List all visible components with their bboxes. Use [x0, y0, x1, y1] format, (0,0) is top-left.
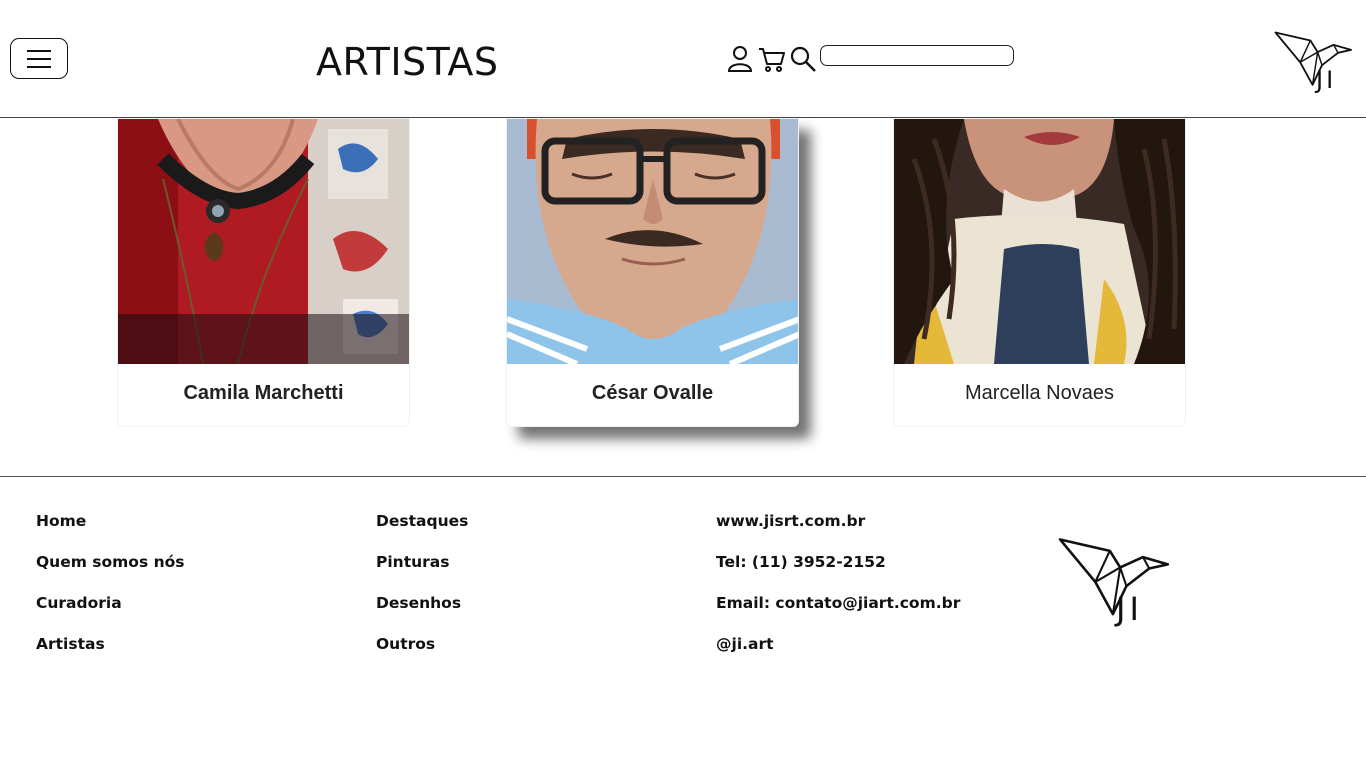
footer-link-destaques[interactable]: Destaques [376, 512, 468, 553]
user-icon [727, 46, 753, 72]
section-divider [0, 476, 1366, 477]
origami-bird-logo-icon [1058, 538, 1170, 616]
origami-bird-logo-icon [1274, 31, 1352, 86]
artist-name[interactable]: Camila Marchetti [118, 382, 409, 405]
page-title: ARTISTAS [316, 40, 499, 84]
artist-card[interactable]: Marcella Novaes [893, 118, 1186, 427]
search-input[interactable] [820, 45, 1014, 66]
footer-logo: JI [1058, 534, 1172, 632]
artist-photo [118, 119, 409, 364]
footer-link-pinturas[interactable]: Pinturas [376, 553, 468, 594]
footer-link-quem-somos[interactable]: Quem somos nós [36, 553, 184, 594]
artist-grid: Camila Marchetti César Ovalle Marcella N… [0, 118, 1366, 458]
artist-name[interactable]: César Ovalle [507, 382, 798, 405]
footer-link-home[interactable]: Home [36, 512, 184, 553]
artist-photo [894, 119, 1185, 364]
footer-link-curadoria[interactable]: Curadoria [36, 594, 184, 635]
search-button[interactable] [789, 44, 817, 74]
logo[interactable]: JI [1274, 30, 1354, 96]
footer-website-link[interactable]: www.jisrt.com.br [716, 512, 960, 553]
artist-photo [507, 119, 798, 364]
artist-name[interactable]: Marcella Novaes [894, 382, 1185, 405]
footer-social-link[interactable]: @ji.art [716, 635, 960, 676]
footer-link-desenhos[interactable]: Desenhos [376, 594, 468, 635]
footer-contact: www.jisrt.com.br Tel: (11) 3952-2152 Ema… [716, 512, 960, 676]
footer-phone: Tel: (11) 3952-2152 [716, 553, 886, 571]
footer-email-link[interactable]: Email: contato@jiart.com.br [716, 594, 960, 635]
hamburger-icon [27, 49, 51, 68]
footer-categories: Destaques Pinturas Desenhos Outros [376, 512, 468, 676]
logo-text: JI [1116, 590, 1143, 628]
account-button[interactable] [726, 44, 754, 74]
site-header: ARTISTAS JI [0, 0, 1366, 118]
artist-card[interactable]: César Ovalle [506, 118, 799, 427]
menu-button[interactable] [10, 38, 68, 79]
logo-text: JI [1316, 66, 1337, 94]
cart-icon [759, 48, 785, 72]
footer-nav: Home Quem somos nós Curadoria Artistas [36, 512, 184, 676]
cart-button[interactable] [758, 44, 786, 74]
footer-link-outros[interactable]: Outros [376, 635, 468, 676]
artist-card[interactable]: Camila Marchetti [117, 118, 410, 427]
search-icon [790, 46, 816, 72]
footer-link-artistas[interactable]: Artistas [36, 635, 184, 676]
